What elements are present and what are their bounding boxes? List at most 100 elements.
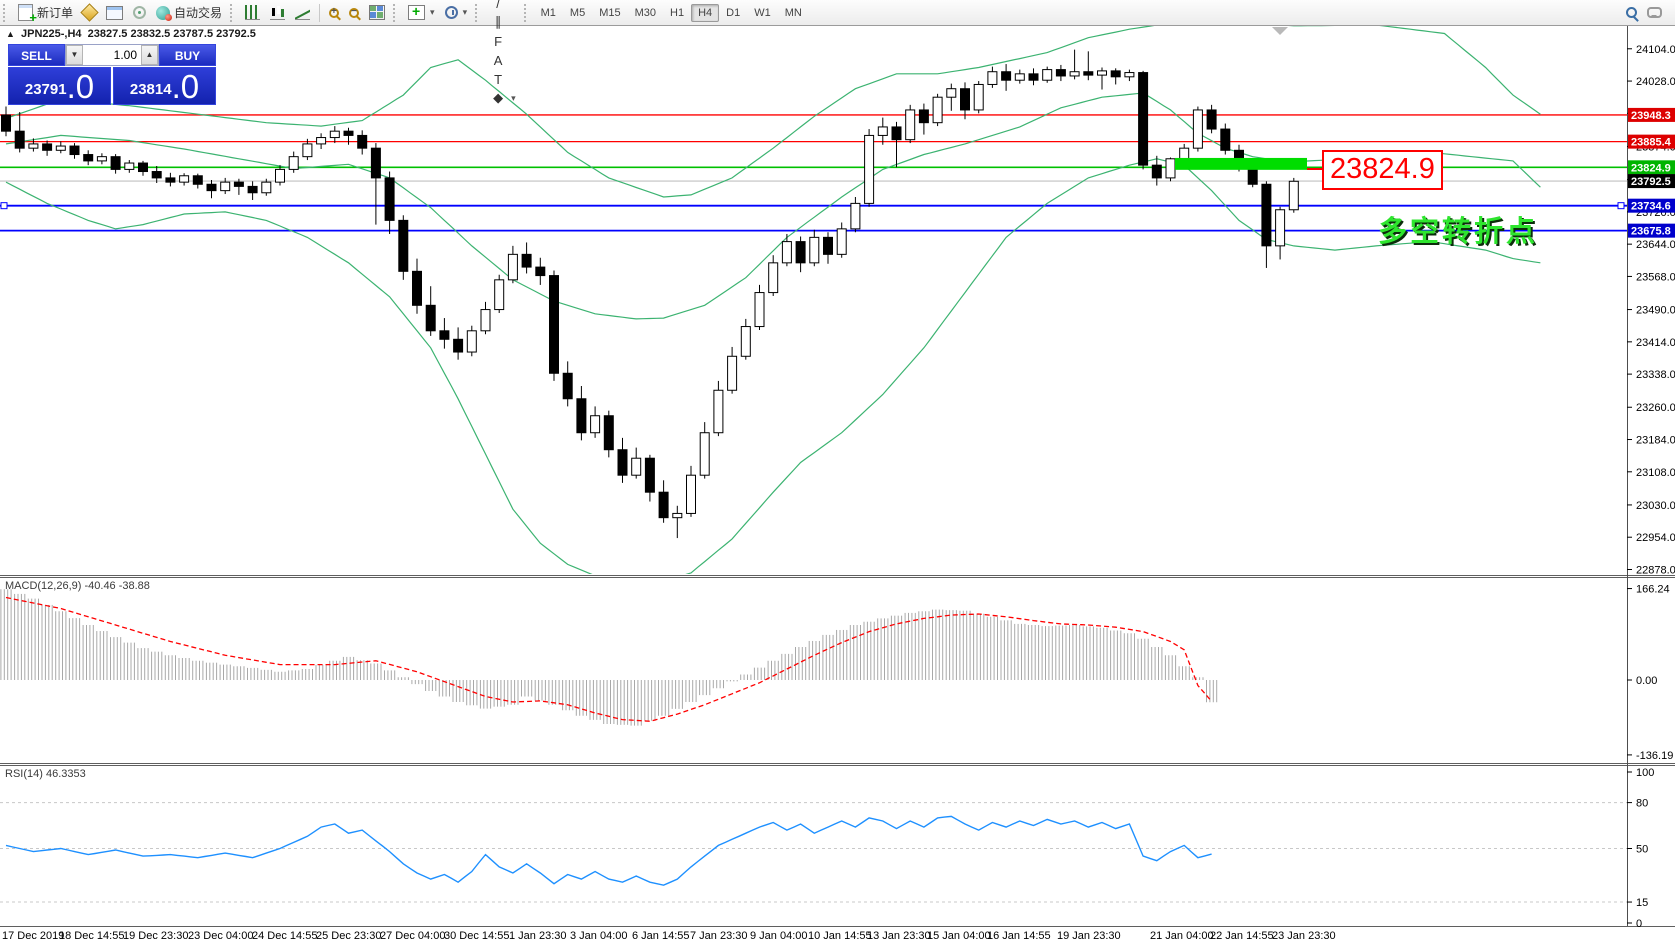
fibonacci-tool[interactable]: F [485, 32, 521, 51]
tab-timeframe-w1[interactable]: W1 [747, 4, 778, 22]
bull-candle-body [947, 89, 956, 97]
sell-price-main: 23791 [25, 81, 67, 98]
rsi-tick-label: 15 [1636, 897, 1648, 909]
time-axis[interactable]: 17 Dec 201918 Dec 14:5519 Dec 23:3023 De… [2, 930, 1336, 942]
tab-timeframe-mn[interactable]: MN [778, 4, 809, 22]
chat-button[interactable] [1642, 3, 1667, 22]
tab-timeframe-m5[interactable]: M5 [563, 4, 592, 22]
price-tick-label: 23108.0 [1636, 467, 1675, 479]
bear-candle-body [1084, 72, 1093, 75]
market-watch-button[interactable] [101, 3, 128, 22]
bull-candle-body [262, 182, 271, 193]
bull-candle-body [974, 84, 983, 109]
line-chart-button[interactable] [290, 3, 315, 22]
rsi-tick-label: 0 [1636, 918, 1642, 930]
macd-tick-label: -136.19 [1636, 750, 1673, 762]
bear-candle-body [577, 399, 586, 433]
price-badge-label: 23948.3 [1631, 110, 1671, 122]
channel-tool[interactable]: ∥ [485, 13, 521, 32]
price-level-callout[interactable]: 23824.9 [1322, 150, 1443, 190]
tab-timeframe-m15[interactable]: M15 [592, 4, 627, 22]
turning-point-note[interactable]: 多空转折点 [1378, 208, 1538, 250]
bear-candle-body [139, 163, 148, 171]
tab-timeframe-h4[interactable]: H4 [691, 4, 719, 22]
chat-icon [1647, 7, 1662, 18]
tab-timeframe-h1[interactable]: H1 [663, 4, 691, 22]
toolbar-grip[interactable] [524, 4, 531, 22]
bear-candle-body [1002, 72, 1011, 80]
text-tool[interactable]: A [485, 51, 521, 70]
signal-button[interactable] [128, 3, 151, 22]
bull-candle-body [1043, 70, 1052, 81]
time-tick-label: 25 Dec 23:30 [316, 930, 381, 942]
price-tick-label: 23414.0 [1636, 337, 1675, 349]
candlestick-chart-button[interactable] [265, 3, 290, 22]
bear-candle-body [1111, 71, 1120, 77]
bear-candle-body [385, 178, 394, 220]
bull-candle-body [878, 127, 887, 135]
collapse-triangle-icon[interactable]: ▲ [6, 29, 15, 39]
zoom-in-button[interactable]: + [324, 3, 344, 22]
bull-candle-body [1015, 74, 1024, 80]
arrows-tool[interactable]: ◆▾ [485, 89, 521, 108]
tile-windows-button[interactable] [364, 3, 390, 22]
highlight-zone-rect[interactable] [1175, 158, 1307, 170]
sell-price-display[interactable]: 23791 .0 [8, 67, 111, 105]
zoom-out-icon: − [349, 8, 359, 18]
bear-candle-body [892, 127, 901, 140]
bear-candle-body [15, 131, 24, 148]
bull-candle-body [782, 242, 791, 263]
main-price-pane[interactable] [0, 21, 1627, 586]
toolbar-grip[interactable] [393, 4, 400, 22]
rsi-tick-label: 50 [1636, 844, 1648, 856]
toolbar-grip[interactable] [230, 4, 237, 22]
time-tick-label: 15 Jan 04:00 [927, 930, 991, 942]
buy-price-main: 23814 [130, 81, 172, 98]
bear-candle-body [111, 157, 120, 170]
toolbar-grip[interactable] [475, 4, 482, 22]
tab-timeframe-m30[interactable]: M30 [628, 4, 663, 22]
buy-button[interactable]: BUY [159, 44, 216, 66]
search-button[interactable] [1621, 3, 1642, 22]
volume-increase-button[interactable]: ▲ [141, 45, 158, 65]
bull-candle-body [29, 144, 38, 148]
bear-candle-body [1207, 110, 1216, 129]
profile-button[interactable] [78, 3, 101, 22]
price-tick-label: 23644.0 [1636, 239, 1675, 251]
clock-icon [445, 6, 458, 19]
bar-chart-button[interactable] [240, 3, 265, 22]
label-tool[interactable]: T [485, 70, 521, 89]
periods-button[interactable]: ▾ [440, 3, 473, 22]
volume-input[interactable]: 1.00 [83, 45, 141, 65]
profile-diamond-icon [80, 3, 98, 21]
trendline-tool[interactable]: / [485, 0, 521, 13]
auto-trading-button[interactable]: 自动交易 [151, 3, 227, 22]
buy-price-display[interactable]: 23814 .0 [113, 67, 216, 105]
macd-pane[interactable] [1, 589, 1217, 725]
chart-shift-marker-icon[interactable] [1272, 27, 1288, 35]
time-tick-label: 22 Jan 14:55 [1210, 930, 1274, 942]
bear-candle-body [1152, 165, 1161, 178]
trading-terminal-window: 新订单 自动交易 + − ▾ ▾ ↖+|—/∥FAT◆▾ [0, 0, 1675, 946]
toolbar-grip[interactable] [3, 4, 10, 22]
time-tick-label: 23 Dec 04:00 [188, 930, 253, 942]
bear-candle-body [659, 492, 668, 517]
price-chart-canvas[interactable]: 24104.024028.023952.023874.023796.023720… [0, 0, 1675, 946]
rsi-tick-label: 80 [1636, 798, 1648, 810]
bear-candle-body [645, 458, 654, 492]
new-order-button[interactable]: 新订单 [13, 3, 78, 22]
bull-candle-body [673, 513, 682, 517]
zoom-out-button[interactable]: − [344, 3, 364, 22]
tab-timeframe-m1[interactable]: M1 [534, 4, 563, 22]
time-tick-label: 1 Jan 23:30 [509, 930, 567, 942]
line-drag-handle[interactable] [1, 203, 7, 209]
price-axis[interactable]: 24104.024028.023952.023874.023796.023720… [1627, 44, 1675, 930]
rsi-tick-label: 100 [1636, 767, 1654, 779]
line-drag-handle[interactable] [1618, 203, 1624, 209]
sell-button[interactable]: SELL [8, 44, 65, 66]
volume-decrease-button[interactable]: ▼ [66, 45, 83, 65]
indicators-button[interactable]: ▾ [403, 3, 440, 22]
tab-timeframe-d1[interactable]: D1 [719, 4, 747, 22]
one-click-trading-panel: SELL ▼ 1.00 ▲ BUY 23791 .0 23814 .0 [8, 44, 216, 105]
rsi-pane[interactable] [0, 803, 1627, 902]
